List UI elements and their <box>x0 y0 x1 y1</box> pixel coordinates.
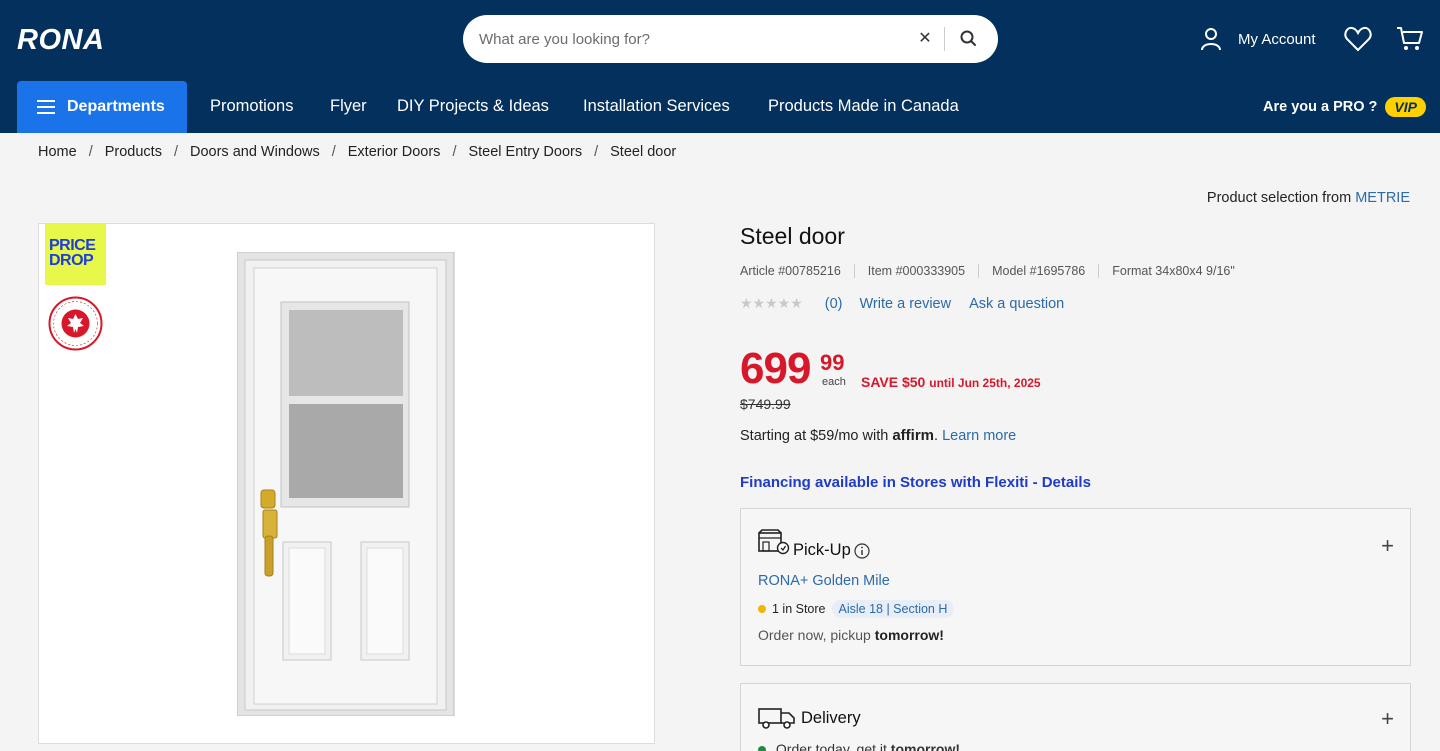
search-bar: ✕ <box>463 15 998 63</box>
user-icon <box>1201 28 1221 51</box>
breadcrumb-exterior-doors[interactable]: Exterior Doors <box>348 144 441 160</box>
nav-made-in-canada[interactable]: Products Made in Canada <box>768 97 959 116</box>
breadcrumb-current: Steel door <box>610 144 677 160</box>
expand-pickup-icon[interactable]: + <box>1381 533 1394 559</box>
store-pickup-icon <box>758 529 790 555</box>
clear-search-icon[interactable]: ✕ <box>915 29 935 49</box>
my-account-label: My Account <box>1238 30 1316 48</box>
delivery-truck-icon <box>758 708 795 729</box>
breadcrumb-steel-entry-doors[interactable]: Steel Entry Doors <box>468 144 582 160</box>
star-rating-icon: ★★★★★ <box>740 295 803 311</box>
search-divider <box>944 27 945 51</box>
old-price: $749.99 <box>740 396 791 412</box>
nav-installation-services[interactable]: Installation Services <box>583 97 730 116</box>
heart-icon[interactable] <box>1344 26 1372 57</box>
nav-diy-projects[interactable]: DIY Projects & Ideas <box>397 97 549 116</box>
article-number: Article #00785216 <box>740 264 841 278</box>
rating-row: ★★★★★ (0) Write a review Ask a question <box>740 295 1064 312</box>
price-drop-badge: PRICE DROP <box>45 224 106 285</box>
product-format: Format 34x80x4 9/16" <box>1112 264 1235 278</box>
price-unit: each <box>822 376 846 388</box>
product-specs: Article #00785216 Item #000333905 Model … <box>740 264 1235 278</box>
flexiti-financing-link[interactable]: Financing available in Stores with Flexi… <box>740 474 1091 491</box>
cart-icon[interactable] <box>1396 26 1424 57</box>
model-number: Model #1695786 <box>992 264 1086 278</box>
price-cents: 99 <box>820 350 845 375</box>
ask-question-link[interactable]: Ask a question <box>969 296 1064 312</box>
vip-badge: VIP <box>1385 97 1426 117</box>
menu-icon <box>37 100 55 114</box>
well-made-here-seal <box>48 296 103 351</box>
store-name-link[interactable]: RONA+ Golden Mile <box>758 573 890 589</box>
save-badge: SAVE $50 until Jun 25th, 2025 <box>861 374 1041 390</box>
stock-dot-icon <box>758 605 766 613</box>
search-input[interactable] <box>479 15 899 63</box>
site-header: RONA ✕ My Account Departments Promotions… <box>0 0 1440 133</box>
delivery-card: Delivery + Order today, get it tomorrow! <box>740 683 1411 751</box>
my-account-link[interactable]: My Account <box>1200 26 1316 52</box>
pro-vip-link[interactable]: Are you a PRO ? VIP <box>1263 97 1426 117</box>
search-icon[interactable] <box>957 27 981 51</box>
breadcrumb-home[interactable]: Home <box>38 144 77 160</box>
product-selection: Product selection from METRIE <box>1206 190 1410 206</box>
nav-promotions[interactable]: Promotions <box>210 97 293 116</box>
write-review-link[interactable]: Write a review <box>860 296 952 312</box>
info-icon[interactable] <box>854 542 870 559</box>
delivery-dot-icon <box>758 746 766 751</box>
item-number: Item #000333905 <box>867 264 966 278</box>
delivery-note: Order today, get it tomorrow! <box>758 741 960 751</box>
affirm-financing: Starting at $59/mo with affirm. Learn mo… <box>740 427 1017 444</box>
pro-label: Are you a PRO ? <box>1263 99 1378 115</box>
breadcrumb-doors-windows[interactable]: Doors and Windows <box>190 144 320 160</box>
departments-button[interactable]: Departments <box>17 81 187 133</box>
pickup-card: Pick-Up + RONA+ Golden Mile 1 in Store A… <box>740 508 1411 666</box>
stock-status: 1 in Store Aisle 18 | Section H <box>758 600 955 618</box>
brand-link[interactable]: METRIE <box>1355 190 1410 206</box>
rona-logo[interactable]: RONA <box>17 24 104 57</box>
review-count-link[interactable]: (0) <box>825 296 843 312</box>
pickup-title: Pick-Up <box>793 541 870 560</box>
expand-delivery-icon[interactable]: + <box>1381 706 1394 732</box>
nav-flyer[interactable]: Flyer <box>330 97 367 116</box>
price-dollars: 699 <box>740 344 811 393</box>
product-image-panel[interactable]: PRICE DROP <box>38 223 655 744</box>
departments-label: Departments <box>67 98 165 115</box>
learn-more-link[interactable]: Learn more <box>942 428 1016 444</box>
aisle-badge: Aisle 18 | Section H <box>831 600 955 618</box>
affirm-logo: affirm <box>892 427 935 444</box>
breadcrumb-products[interactable]: Products <box>105 144 162 160</box>
pickup-note: Order now, pickup tomorrow! <box>758 627 944 643</box>
breadcrumb: Home / Products / Doors and Windows / Exter… <box>38 144 677 160</box>
product-title: Steel door <box>740 223 845 249</box>
delivery-title: Delivery <box>801 709 861 727</box>
door-image <box>237 252 455 716</box>
